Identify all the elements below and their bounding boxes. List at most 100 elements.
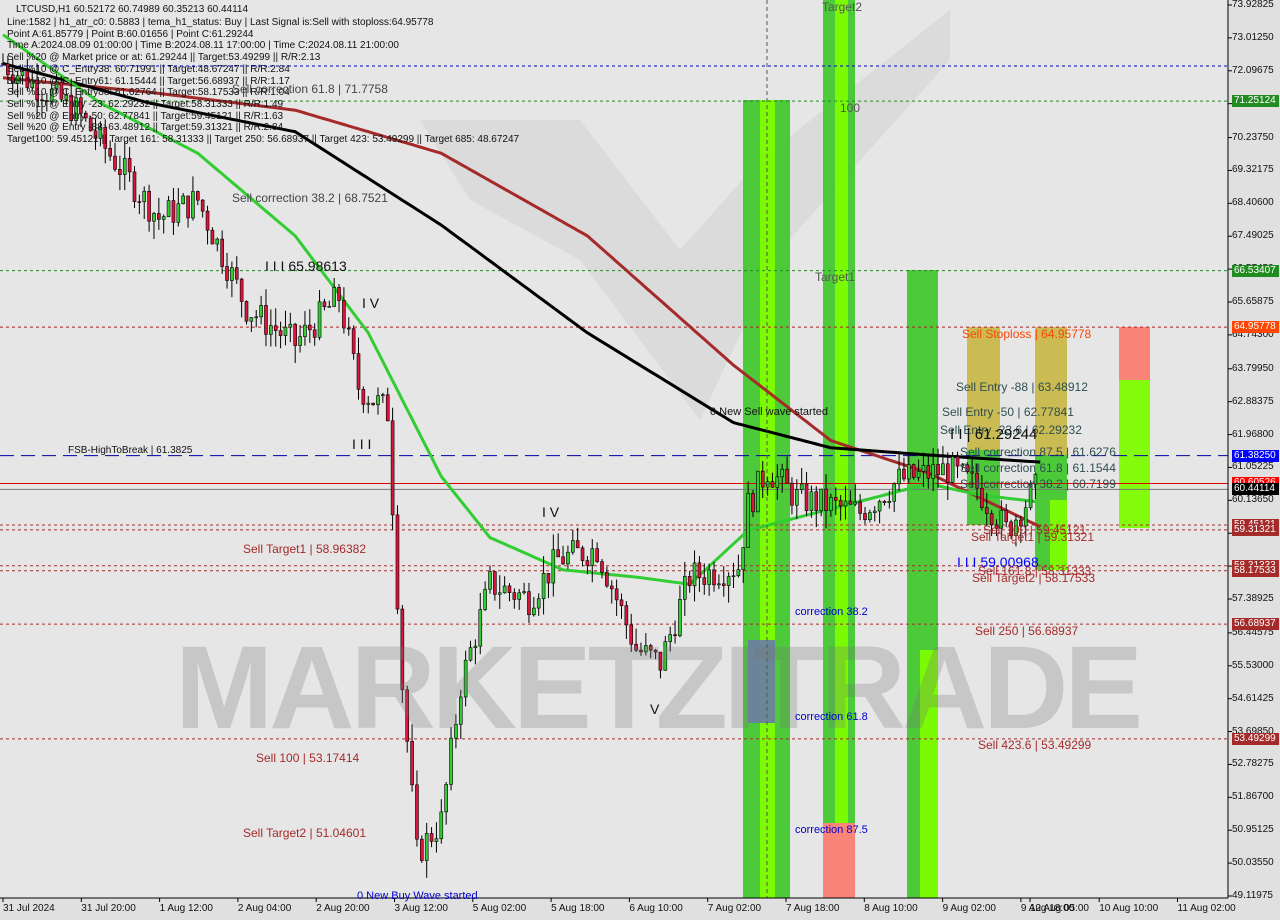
label: Sell Target2 | 51.04601 [243,826,366,840]
candle-body [824,488,828,511]
candle-body [322,301,327,308]
label: 0 New Buy Wave started [357,890,478,902]
y-tick-label: 69.32175 [1232,164,1274,176]
candle-body [424,833,429,861]
candle-body [205,210,210,231]
candle-body [342,300,346,329]
y-tick-label: 65.65875 [1232,296,1274,307]
chart-title: LTCUSD,H1 60.52172 60.74989 60.35213 60.… [16,4,249,15]
candle-body [843,500,848,507]
candle-body [916,471,921,478]
candle-body [829,497,833,511]
candle-body [191,191,195,219]
candle-body [483,588,487,610]
candle-body [381,394,385,397]
y-tick-label: 51.86700 [1232,791,1274,803]
x-tick-label: 5 Aug 02:00 [472,903,527,914]
label: correction 38.2 [795,606,868,618]
candle-body [298,336,302,346]
candle-body [619,599,624,606]
candle-body [527,591,531,616]
info-line: Sell %20 @ Entry -88: 63.48912 || Target… [7,122,284,134]
candle-body [113,155,117,170]
candle-body [858,501,862,514]
x-tick-label: 8 Aug 10:00 [864,903,918,914]
candle-body [921,465,926,472]
label: Sell correction 38.2 | 68.7521 [232,191,388,205]
wave-label: I I I 65.98613 [265,258,347,274]
candle-body [439,811,444,840]
info-line: Target100: 59.45121 || Target 161: 58.31… [7,134,520,145]
candle-body [356,353,361,390]
y-tick-label: 70.23750 [1232,131,1274,143]
y-tick-label: 52.78275 [1232,758,1274,770]
candle-body [390,420,395,516]
label: Sell Target1 | 59.31321 [971,530,1094,544]
candle-body [415,784,419,840]
candle-body [551,549,556,584]
candle-body [614,588,619,601]
candle-body [200,199,205,212]
price-label: 58.17533 [1232,564,1279,577]
candle-body [721,583,726,586]
label: Sell 423.6 | 53.49299 [978,738,1092,752]
price-label: 66.53407 [1232,264,1279,277]
info-line: Sell %20 @ Entry -50: 62.77841 || Target… [7,110,284,122]
candle-body [283,326,288,336]
candle-body [186,195,190,219]
price-label: 71.25124 [1232,95,1279,108]
x-tick-label: 2 Aug 20:00 [316,903,370,914]
candle-body [570,540,575,553]
price-label: 53.49299 [1232,732,1279,745]
candle-body [259,305,263,318]
label: Sell Target2 | 58.17533 [972,571,1095,585]
candle-body [814,491,819,511]
candle-body [327,306,332,308]
label: Sell Entry -50 | 62.77841 [942,405,1074,419]
x-tick-label: 7 Aug 02:00 [707,903,762,914]
candle-body [595,548,599,562]
candle-body [225,266,229,281]
y-tick-label: 73.01250 [1232,31,1274,43]
candle-body [385,394,390,422]
candle-body [751,493,755,513]
candle-body [950,456,955,483]
candle-body [293,323,298,346]
candle-body [682,576,687,600]
candle-body [575,540,580,549]
candle-body [566,551,570,565]
candle-body [420,838,424,861]
candle-body [984,507,989,514]
y-tick-label: 55.53000 [1232,659,1274,671]
candle-body [707,569,711,585]
candle-body [702,577,707,585]
candle-body [941,463,945,476]
price-label: 59.31321 [1232,523,1279,536]
candle-body [493,571,497,595]
label: Sell Stoploss | 64.95778 [962,327,1092,341]
candle-body [230,267,234,281]
candle-body [780,468,785,478]
candle-body [741,547,746,570]
y-tick-label: 63.79950 [1232,362,1274,374]
y-tick-label: 62.88375 [1232,395,1274,407]
y-tick-label: 73.92825 [1232,0,1274,10]
candle-body [687,576,692,587]
info-line: Line:1582 | h1_atr_c0: 0.5883 | tema_h1_… [7,17,434,28]
x-tick-label: 12 Aug 05:00 [1030,903,1089,914]
label: correction 61.8 [795,711,868,723]
candle-body [775,476,780,488]
candle-body [142,190,147,203]
candle-body [697,562,702,578]
label: Sell correction 61.8 | 71.7758 [232,82,388,96]
wave-label: I I I [352,436,372,452]
candle-body [1,63,5,65]
signal-zone [1119,380,1150,528]
candle-body [161,216,166,220]
candle-body [210,229,215,245]
candle-body [234,267,239,280]
candle-body [892,483,897,502]
candle [395,505,400,615]
candle-body [848,500,853,505]
candle [950,451,955,484]
